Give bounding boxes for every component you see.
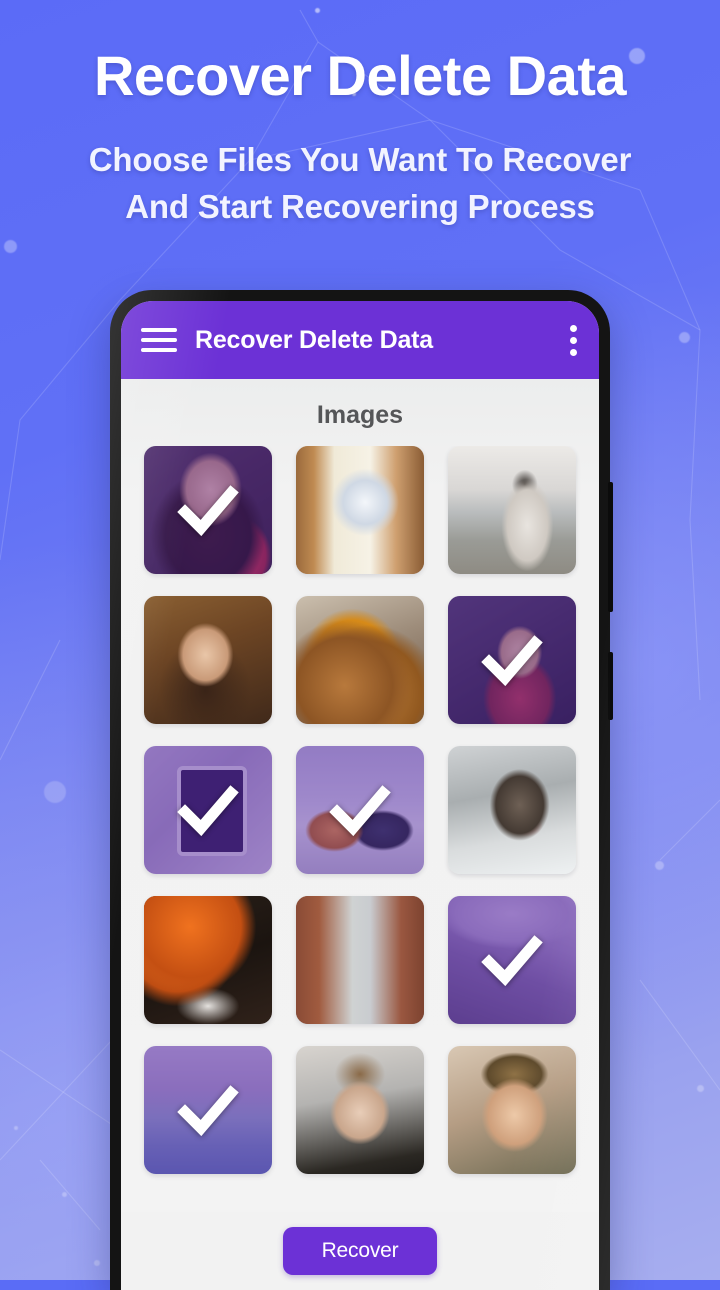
image-thumbnail[interactable] bbox=[448, 446, 576, 574]
phone-power-button[interactable] bbox=[608, 652, 613, 720]
check-icon bbox=[448, 896, 576, 1024]
recover-button[interactable]: Recover bbox=[283, 1227, 437, 1275]
content-area: Images bbox=[121, 379, 599, 1212]
image-thumbnail[interactable] bbox=[448, 1046, 576, 1174]
image-thumbnail[interactable] bbox=[448, 746, 576, 874]
more-vertical-icon[interactable] bbox=[569, 324, 577, 356]
image-grid bbox=[121, 446, 599, 1212]
check-icon bbox=[144, 746, 272, 874]
image-thumbnail[interactable] bbox=[144, 1046, 272, 1174]
image-thumbnail[interactable] bbox=[144, 746, 272, 874]
promo-subline: Choose Files You Want To Recover And Sta… bbox=[0, 137, 720, 231]
promo-headline: Recover Delete Data bbox=[93, 44, 627, 107]
check-icon bbox=[448, 596, 576, 724]
phone-mockup: Recover Delete Data Images Recover bbox=[110, 290, 613, 1290]
thumbnail-artwork bbox=[448, 746, 576, 874]
thumbnail-artwork bbox=[296, 1046, 424, 1174]
thumbnail-artwork bbox=[448, 1046, 576, 1174]
thumbnail-artwork bbox=[296, 896, 424, 1024]
app-bar-title: Recover Delete Data bbox=[195, 325, 433, 354]
app-bar: Recover Delete Data bbox=[121, 301, 599, 379]
image-thumbnail[interactable] bbox=[144, 446, 272, 574]
check-icon bbox=[296, 746, 424, 874]
hamburger-menu-icon[interactable] bbox=[141, 328, 177, 352]
image-thumbnail[interactable] bbox=[144, 896, 272, 1024]
image-thumbnail[interactable] bbox=[448, 596, 576, 724]
phone-screen: Recover Delete Data Images Recover bbox=[121, 301, 599, 1290]
promo-subline-line2: And Start Recovering Process bbox=[125, 188, 595, 226]
image-thumbnail[interactable] bbox=[296, 896, 424, 1024]
image-thumbnail[interactable] bbox=[296, 596, 424, 724]
image-thumbnail[interactable] bbox=[296, 1046, 424, 1174]
image-thumbnail[interactable] bbox=[448, 896, 576, 1024]
check-icon bbox=[144, 446, 272, 574]
thumbnail-artwork bbox=[448, 446, 576, 574]
check-icon bbox=[144, 1046, 272, 1174]
promo-subline-line1: Choose Files You Want To Recover bbox=[88, 141, 632, 179]
image-thumbnail[interactable] bbox=[144, 596, 272, 724]
thumbnail-artwork bbox=[296, 446, 424, 574]
thumbnail-artwork bbox=[296, 596, 424, 724]
image-thumbnail[interactable] bbox=[296, 746, 424, 874]
image-thumbnail[interactable] bbox=[296, 446, 424, 574]
bottom-action-bar: Recover bbox=[121, 1212, 599, 1290]
section-title: Images bbox=[316, 401, 404, 429]
thumbnail-artwork bbox=[144, 596, 272, 724]
phone-volume-button[interactable] bbox=[608, 482, 613, 612]
promo-copy: Recover Delete Data Choose Files You Wan… bbox=[0, 46, 720, 231]
thumbnail-artwork bbox=[144, 896, 272, 1024]
